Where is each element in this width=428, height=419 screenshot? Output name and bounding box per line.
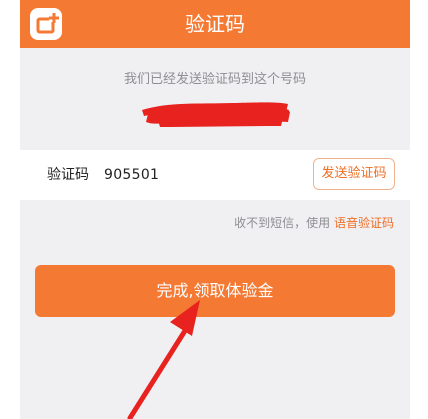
voice-code-row: 收不到短信，使用 语音验证码 bbox=[234, 214, 394, 231]
page-title: 验证码 bbox=[185, 12, 245, 36]
code-label: 验证码 bbox=[47, 167, 89, 183]
voice-prefix-text: 收不到短信，使用 bbox=[234, 216, 331, 230]
send-code-button[interactable]: 发送验证码 bbox=[313, 158, 395, 190]
verification-code-row: 验证码 905501 发送验证码 bbox=[20, 150, 410, 200]
annotation-arrow bbox=[127, 300, 200, 419]
voice-code-link[interactable]: 语音验证码 bbox=[334, 216, 394, 230]
redacted-phone-number bbox=[142, 102, 290, 127]
sent-info-text: 我们已经发送验证码到这个号码 bbox=[123, 72, 306, 87]
code-input[interactable]: 905501 bbox=[104, 150, 159, 200]
header-bar: 验证码 bbox=[20, 0, 410, 48]
